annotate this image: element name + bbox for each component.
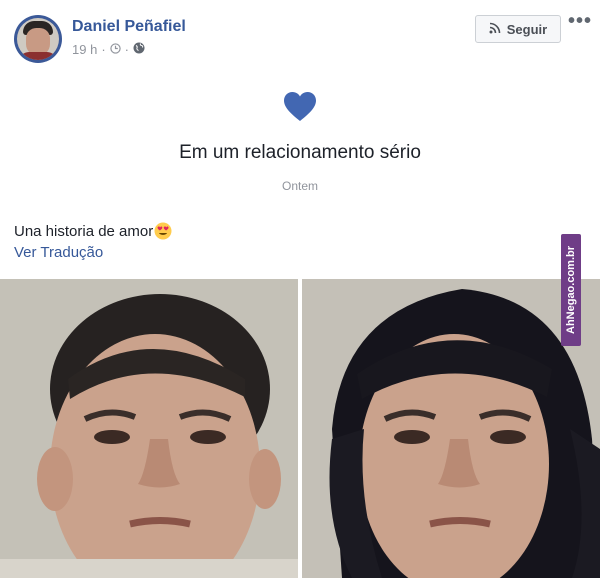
- post-caption: Una historia de amor: [14, 222, 172, 240]
- meta-separator: ·: [101, 42, 106, 57]
- post-time[interactable]: 19 h: [72, 42, 97, 57]
- see-translation-link[interactable]: Ver Tradução: [14, 244, 103, 261]
- heart-eyes-emoji-icon: [154, 222, 172, 240]
- author-name[interactable]: Daniel Peñafiel: [72, 18, 186, 36]
- caption-text: Una historia de amor: [14, 222, 154, 240]
- life-event-date[interactable]: Ontem: [0, 179, 600, 193]
- meta-separator-2: ·: [124, 42, 129, 57]
- globe-icon[interactable]: [133, 42, 145, 57]
- watermark: AhNegao.com.br: [561, 234, 581, 346]
- follow-button[interactable]: Seguir: [475, 15, 561, 43]
- clock-icon: [109, 42, 121, 57]
- photo-boy[interactable]: [0, 279, 298, 578]
- rss-icon: [489, 22, 501, 37]
- photo-boy-long-hair[interactable]: [302, 279, 600, 578]
- heart-icon: [284, 92, 316, 122]
- follow-label: Seguir: [506, 21, 548, 37]
- post-meta: 19 h · ·: [72, 42, 145, 57]
- more-options-button[interactable]: •••: [568, 10, 592, 33]
- life-event-title: Em um relacionamento sério: [179, 142, 421, 163]
- avatar-photo: [17, 18, 59, 60]
- facebook-post: Daniel Peñafiel 19 h · · Seguir ••• Em u…: [0, 0, 600, 578]
- avatar[interactable]: [14, 15, 62, 63]
